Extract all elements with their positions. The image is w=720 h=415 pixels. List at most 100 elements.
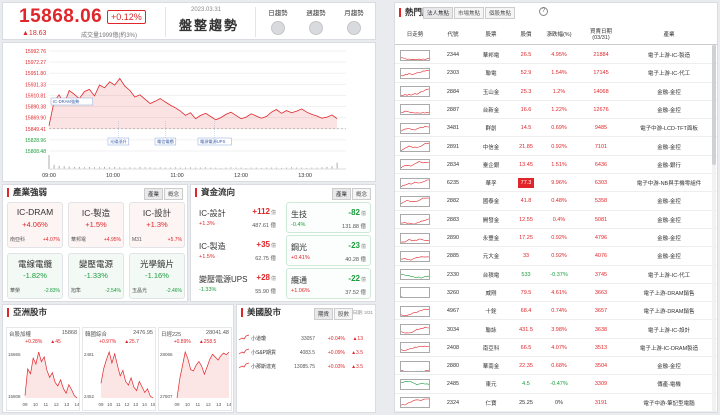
stock-name[interactable]: 威剛 bbox=[471, 284, 511, 302]
tab-us-stocks[interactable]: 股數 bbox=[333, 308, 353, 320]
sector-leading-stock[interactable]: 玉晶光 bbox=[132, 287, 147, 294]
hot-stock-row[interactable]: 2408 南亞科 66.5 4.07% 3513 電子上游-IC-DRAM製造 bbox=[395, 339, 717, 358]
stock-code[interactable]: 2880 bbox=[435, 357, 471, 375]
stock-name[interactable]: 永豐金 bbox=[471, 229, 511, 247]
hot-header-cell[interactable]: 漲跌幅(%) bbox=[541, 25, 577, 45]
hot-header-cell[interactable]: 買賣日期 (03/31) bbox=[577, 25, 625, 45]
hot-header-cell[interactable]: 日走勢 bbox=[395, 25, 435, 45]
sector-leading-stock[interactable]: 南亞科 bbox=[10, 236, 25, 243]
asia-market-card[interactable]: 日經225 28041.48 +0.89% ▲258.5 28066 27807 09 10 1… bbox=[158, 327, 232, 411]
asia-market-card[interactable]: 台股加權 15868 +0.28% ▲45 15865 15808 09 10 11 12 13 14 bbox=[6, 327, 80, 411]
stock-code[interactable]: 3481 bbox=[435, 119, 471, 137]
stock-code[interactable]: 2485 bbox=[435, 375, 471, 393]
us-market-row[interactable]: 小那斯達克 13085.75 +0.03% ▲3.5 bbox=[238, 361, 373, 372]
stock-code[interactable]: 2884 bbox=[435, 83, 471, 101]
monthly-trend-indicator[interactable] bbox=[347, 21, 361, 35]
flow-card-left[interactable]: IC-製造 +35億 +1.5% 62.75 億 bbox=[195, 235, 280, 266]
tab-flow-concept[interactable]: 概念 bbox=[351, 188, 371, 200]
stock-code[interactable]: 2344 bbox=[435, 46, 471, 64]
us-market-row[interactable]: 小S&P期貨 4083.5 +0.09% ▲3.5 bbox=[238, 347, 373, 358]
stock-name[interactable]: 東元 bbox=[471, 375, 511, 393]
tab-sector-industry[interactable]: 產業 bbox=[143, 188, 163, 200]
stock-code[interactable]: 6235 bbox=[435, 174, 471, 192]
hot-stock-row[interactable]: 3481 群創 14.5 0.69% 9485 電子中游-LCD-TFT面板 bbox=[395, 119, 717, 138]
hot-scrollbar[interactable] bbox=[712, 45, 716, 411]
flow-card-right[interactable]: 鋼光 -23億 +0.41% 40.28 億 bbox=[286, 235, 371, 266]
flow-card-right[interactable]: 纜通 -22億 +1.06% 37.52 億 bbox=[286, 268, 371, 299]
sector-card[interactable]: IC-設計 +1.3% M31 +5.7% bbox=[129, 202, 185, 248]
tab-institutional-focus[interactable]: 法人焦點 bbox=[423, 7, 454, 19]
stock-name[interactable]: 聯電 bbox=[471, 64, 511, 82]
stock-name[interactable]: 台積電 bbox=[471, 266, 511, 284]
hot-stock-row[interactable]: 3260 威剛 79.5 4.61% 3663 電子上游-DRAM銷售 bbox=[395, 284, 717, 303]
hot-stock-row[interactable]: 2344 華邦電 26.5 4.95% 21884 電子上游-IC-製造 bbox=[395, 46, 717, 65]
stock-code[interactable]: 2887 bbox=[435, 101, 471, 119]
stock-name[interactable]: 中信金 bbox=[471, 138, 511, 156]
hot-header-cell[interactable]: 股價 bbox=[511, 25, 541, 45]
hot-stock-row[interactable]: 2324 仁寶 25.25 0% 3191 電子中游-筆記型電腦 bbox=[395, 394, 717, 412]
stock-name[interactable]: 開發金 bbox=[471, 211, 511, 229]
hot-stock-row[interactable]: 2890 永豐金 17.25 0.92% 4796 金融-金控 bbox=[395, 229, 717, 248]
stock-code[interactable]: 2883 bbox=[435, 211, 471, 229]
sector-leading-stock[interactable]: 旭隼 bbox=[71, 287, 81, 294]
stock-code[interactable]: 2330 bbox=[435, 266, 471, 284]
hot-stock-row[interactable]: 2891 中信金 21.85 0.92% 7101 金融-金控 bbox=[395, 138, 717, 156]
hot-stock-row[interactable]: 2887 台新金 16.6 1.22% 12676 金融-金控 bbox=[395, 101, 717, 120]
hot-stock-row[interactable]: 4967 十銓 68.4 0.74% 3657 電子上游-DRAM銷售 bbox=[395, 302, 717, 321]
tab-flow-industry[interactable]: 產業 bbox=[331, 188, 351, 200]
sector-card[interactable]: 電線電纜 -1.82% 華榮 -2.83% bbox=[7, 253, 63, 299]
stock-name[interactable]: 十銓 bbox=[471, 302, 511, 320]
stock-name[interactable]: 元大金 bbox=[471, 247, 511, 265]
sector-card[interactable]: IC-DRAM +4.06% 南亞科 +4.07% bbox=[7, 202, 63, 248]
tab-sector-concept[interactable]: 概念 bbox=[163, 188, 183, 200]
help-icon[interactable]: ? bbox=[539, 7, 548, 16]
sector-card[interactable]: 光學鏡片 -1.16% 玉晶光 -2.46% bbox=[129, 253, 185, 299]
flow-card-right[interactable]: 生技 -82億 -0.4% 131.88 億 bbox=[286, 202, 371, 233]
stock-name[interactable]: 群創 bbox=[471, 119, 511, 137]
stock-name[interactable]: 華孚 bbox=[471, 174, 511, 192]
stock-name[interactable]: 聯詠 bbox=[471, 321, 511, 339]
stock-name[interactable]: 南亞科 bbox=[471, 339, 511, 357]
stock-code[interactable]: 3034 bbox=[435, 321, 471, 339]
tab-stock-focus[interactable]: 個股焦點 bbox=[485, 7, 516, 19]
hot-stock-row[interactable]: 2485 東元 4.5 -0.47% 3309 傳產-電機 bbox=[395, 375, 717, 394]
stock-code[interactable]: 2882 bbox=[435, 192, 471, 210]
hot-stock-row[interactable]: 2885 元大金 33 0.92% 4076 金融-金控 bbox=[395, 247, 717, 266]
weekly-trend-toggle[interactable]: 週趨勢 bbox=[301, 7, 331, 35]
chart-annotation[interactable]: IC-DRAM強勢 bbox=[50, 97, 94, 106]
chart-annotation[interactable]: 電信電纜 bbox=[154, 137, 177, 146]
hot-scrollbar-thumb[interactable] bbox=[712, 45, 716, 165]
stock-name[interactable]: 玉山金 bbox=[471, 83, 511, 101]
hot-stock-row[interactable]: 2880 華南金 22.35 0.68% 3504 金融-金控 bbox=[395, 357, 717, 376]
tab-us-futures[interactable]: 期貨 bbox=[313, 308, 333, 320]
sector-card[interactable]: IC-製造 +1.5% 華邦電 +4.95% bbox=[68, 202, 124, 248]
stock-code[interactable]: 4967 bbox=[435, 302, 471, 320]
hot-stock-row[interactable]: 2330 台積電 533 -0.37% 3745 電子上游-IC-代工 bbox=[395, 266, 717, 284]
stock-code[interactable]: 2885 bbox=[435, 247, 471, 265]
hot-stock-row[interactable]: 2303 聯電 52.9 1.54% 17145 電子上游-IC-代工 bbox=[395, 64, 717, 83]
hot-stock-row[interactable]: 2884 玉山金 25.3 1.2% 14068 金融-金控 bbox=[395, 83, 717, 101]
stock-code[interactable]: 2834 bbox=[435, 156, 471, 174]
asia-market-card[interactable]: 韓國綜合 2476.95 +0.97% ▲25.7 2481 2452 09 10 11 12 13… bbox=[82, 327, 156, 411]
sector-leading-stock[interactable]: 華邦電 bbox=[71, 236, 86, 243]
hot-stock-row[interactable]: 2882 國泰金 41.8 0.48% 5358 金融-金控 bbox=[395, 192, 717, 211]
stock-name[interactable]: 華邦電 bbox=[471, 46, 511, 64]
stock-code[interactable]: 2303 bbox=[435, 64, 471, 82]
stock-code[interactable]: 3260 bbox=[435, 284, 471, 302]
sector-leading-stock[interactable]: 華榮 bbox=[10, 287, 20, 294]
flow-card-left[interactable]: 變壓電源UPS +28億 -1.33% 55.90 億 bbox=[195, 268, 280, 299]
hot-header-cell[interactable]: 代號 bbox=[435, 25, 471, 45]
flow-card-left[interactable]: IC-設計 +112億 +1.3% 487.61 億 bbox=[195, 202, 280, 233]
chart-annotation[interactable]: 光碟漲升 bbox=[107, 137, 130, 146]
intraday-chart[interactable]: 15992.76 15972.27 15951.80 15931.33 15910.81… bbox=[3, 43, 375, 181]
hot-header-cell[interactable]: 產業 bbox=[625, 25, 713, 45]
tab-market-focus[interactable]: 市場焦點 bbox=[454, 7, 485, 19]
daily-trend-indicator[interactable] bbox=[271, 21, 285, 35]
hot-header-cell[interactable]: 股票 bbox=[471, 25, 511, 45]
sector-card[interactable]: 變壓電源 -1.33% 旭隼 -2.54% bbox=[68, 253, 124, 299]
stock-name[interactable]: 仁寶 bbox=[471, 394, 511, 412]
hot-stock-row[interactable]: 3034 聯詠 431.5 3.98% 3638 電子上游-IC-設計 bbox=[395, 321, 717, 339]
stock-code[interactable]: 2324 bbox=[435, 394, 471, 412]
us-market-row[interactable]: 小道瓊 33057 +0.04% ▲13 bbox=[238, 333, 373, 344]
weekly-trend-indicator[interactable] bbox=[309, 21, 323, 35]
